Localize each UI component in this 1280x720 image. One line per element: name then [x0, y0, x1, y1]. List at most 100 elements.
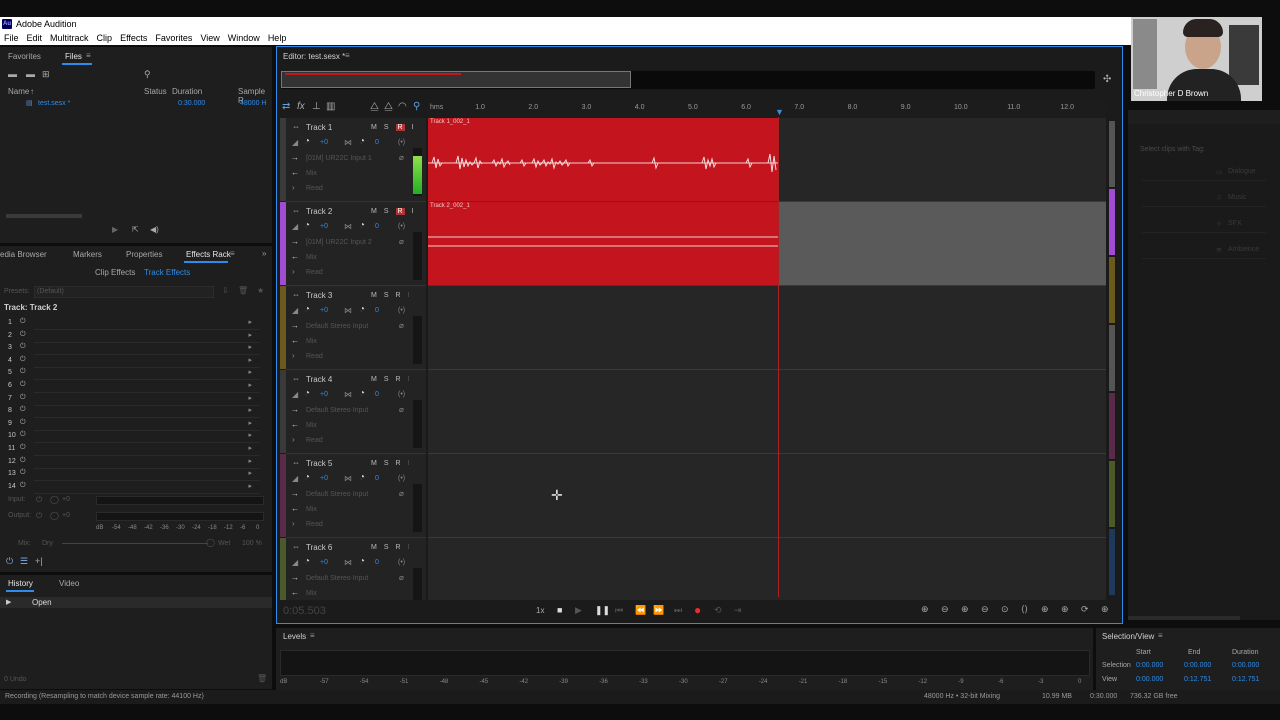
monitor-input-button[interactable]: I: [408, 544, 410, 551]
slot-power-icon[interactable]: ⏻: [20, 419, 26, 427]
tab-files[interactable]: Files: [65, 52, 82, 61]
slot-expand-arrow-icon[interactable]: ▸: [248, 482, 252, 490]
volume-value[interactable]: +0: [320, 139, 328, 146]
slot-expand-arrow-icon[interactable]: ▸: [248, 331, 252, 339]
track-move-handle-icon[interactable]: ⇔: [292, 290, 300, 299]
levels-panel-menu-icon[interactable]: ≡: [310, 631, 315, 640]
play-icon[interactable]: ▶: [575, 605, 582, 616]
selection-duration[interactable]: 0:00.000: [1232, 662, 1259, 669]
phase-invert-icon[interactable]: ⌀: [399, 321, 404, 330]
zoom-in-time-icon[interactable]: ⊕: [961, 604, 969, 615]
track-header[interactable]: ⇔ Track 5 M S R I ◢ ◔ +0 ⋈ ◔ 0 (•) → Default Stereo In…: [286, 454, 426, 538]
volume-knob-icon[interactable]: ◔: [304, 304, 310, 315]
track-output[interactable]: Mix: [306, 422, 317, 429]
track-input[interactable]: Default Stereo Input: [306, 323, 368, 330]
effect-slot[interactable]: 12 ⏻ ▸: [4, 457, 264, 469]
menu-help[interactable]: Help: [264, 31, 291, 45]
tag-music[interactable]: ♫ Music: [1142, 192, 1266, 207]
volume-knob-icon[interactable]: ◔: [304, 472, 310, 483]
effect-slot[interactable]: 2 ⏻ ▸: [4, 331, 264, 343]
volume-knob-icon[interactable]: ◔: [304, 388, 310, 399]
monitor-input-button[interactable]: I: [412, 208, 414, 215]
track-lane[interactable]: [428, 454, 1106, 538]
files-scrollbar[interactable]: [6, 214, 82, 218]
solo-button[interactable]: S: [384, 124, 389, 131]
tab-track-effects[interactable]: Track Effects: [144, 268, 190, 277]
selection-view-menu-icon[interactable]: ≡: [1158, 631, 1163, 640]
zoom-pin-icon[interactable]: ✣: [1103, 74, 1111, 85]
mix-slider[interactable]: [62, 543, 208, 544]
track-name[interactable]: Track 3: [306, 291, 332, 300]
tab-properties[interactable]: Properties: [126, 250, 162, 259]
track-move-handle-icon[interactable]: ⇔: [292, 206, 300, 215]
marker-pin-icon[interactable]: ⚲: [413, 101, 420, 112]
volume-value[interactable]: +0: [320, 475, 328, 482]
slot-expand-arrow-icon[interactable]: ▸: [248, 368, 252, 376]
pan-value[interactable]: 0: [375, 139, 379, 146]
pan-knob-icon[interactable]: ◔: [359, 304, 365, 315]
slot-expand-arrow-icon[interactable]: ▸: [248, 457, 252, 465]
zoom-full-icon[interactable]: ⊙: [1001, 604, 1009, 615]
overview-bar[interactable]: [281, 71, 1095, 89]
track-input[interactable]: [01M] UR22C Input 1: [306, 155, 372, 162]
play-preview-icon[interactable]: ▶: [112, 225, 118, 234]
slot-expand-arrow-icon[interactable]: ▸: [248, 469, 252, 477]
zoom-selection-icon[interactable]: ⟨⟩: [1021, 604, 1028, 615]
fx-icon[interactable]: fx: [297, 101, 305, 112]
slot-expand-arrow-icon[interactable]: ▸: [248, 381, 252, 389]
speaker-icon[interactable]: ◀): [150, 225, 159, 234]
track-automation-mode[interactable]: Read: [306, 353, 323, 360]
automation-chevron-icon[interactable]: ›: [292, 351, 295, 360]
mute-button[interactable]: M: [371, 292, 377, 299]
zoom-out-point-icon[interactable]: ⊕: [1061, 604, 1069, 615]
selection-start[interactable]: 0:00.000: [1136, 662, 1163, 669]
menu-favorites[interactable]: Favorites: [151, 31, 196, 45]
slot-power-icon[interactable]: ⏻: [20, 356, 26, 364]
slot-power-icon[interactable]: ⏻: [20, 406, 26, 414]
timeline-vertical-scrollbar[interactable]: [1107, 117, 1117, 599]
effect-slot[interactable]: 8 ⏻ ▸: [4, 406, 264, 419]
monitor-input-button[interactable]: I: [408, 376, 410, 383]
menu-file[interactable]: File: [0, 31, 23, 45]
volume-value[interactable]: +0: [320, 307, 328, 314]
mute-button[interactable]: M: [371, 124, 377, 131]
view-start[interactable]: 0:00.000: [1136, 676, 1163, 683]
column-duration[interactable]: Duration: [172, 87, 202, 96]
monitor-input-button[interactable]: I: [408, 292, 410, 299]
tab-effects-rack[interactable]: Effects Rack: [186, 250, 231, 259]
loop-arrows-icon[interactable]: ⇄: [282, 101, 290, 112]
zoom-tracks-icon[interactable]: ⊕: [1101, 604, 1109, 615]
files-panel-menu-icon[interactable]: ≡: [86, 51, 91, 60]
menu-edit[interactable]: Edit: [23, 31, 47, 45]
export-icon[interactable]: ⇱: [132, 225, 139, 234]
delete-preset-icon[interactable]: 🗑: [238, 286, 248, 295]
output-power-icon[interactable]: ⏻: [36, 511, 42, 521]
tab-markers[interactable]: Markers: [73, 250, 102, 259]
track-header[interactable]: ⇔ Track 3 M S R I ◢ ◔ +0 ⋈ ◔ 0 (•) → Default Stereo In…: [286, 286, 426, 370]
track-name[interactable]: Track 6: [306, 543, 332, 552]
editor-tab[interactable]: Editor: test.sesx *: [283, 52, 345, 61]
track-output[interactable]: Mix: [306, 170, 317, 177]
effect-slot[interactable]: 1 ⏻ ▸: [4, 318, 264, 330]
menu-window[interactable]: Window: [224, 31, 264, 45]
column-name[interactable]: Name: [8, 87, 29, 96]
rack-insert-icon[interactable]: +|: [35, 556, 43, 566]
solo-button[interactable]: S: [384, 208, 389, 215]
input-power-icon[interactable]: ⏻: [36, 495, 42, 505]
mute-button[interactable]: M: [371, 376, 377, 383]
presets-dropdown[interactable]: (Default): [34, 286, 214, 298]
favorite-star-icon[interactable]: ★: [257, 286, 264, 295]
phase-invert-icon[interactable]: ⌀: [399, 489, 404, 498]
menu-effects[interactable]: Effects: [116, 31, 151, 45]
track-output[interactable]: Mix: [306, 254, 317, 261]
pan-knob-icon[interactable]: ◔: [359, 556, 365, 567]
rewind-icon[interactable]: ⏪: [635, 605, 646, 616]
tag-ambience[interactable]: ≋ Ambience: [1142, 244, 1266, 259]
headphone-icon[interactable]: ◠: [398, 101, 407, 112]
mute-button[interactable]: M: [371, 208, 377, 215]
slot-power-icon[interactable]: ⏻: [20, 444, 26, 452]
automation-chevron-icon[interactable]: ›: [292, 519, 295, 528]
track-name[interactable]: Track 4: [306, 375, 332, 384]
slot-power-icon[interactable]: ⏻: [20, 482, 26, 490]
pause-icon[interactable]: ❚❚: [595, 605, 610, 616]
